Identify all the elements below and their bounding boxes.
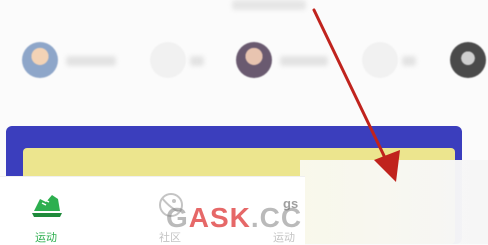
arrow-annotation-icon	[312, 8, 400, 182]
